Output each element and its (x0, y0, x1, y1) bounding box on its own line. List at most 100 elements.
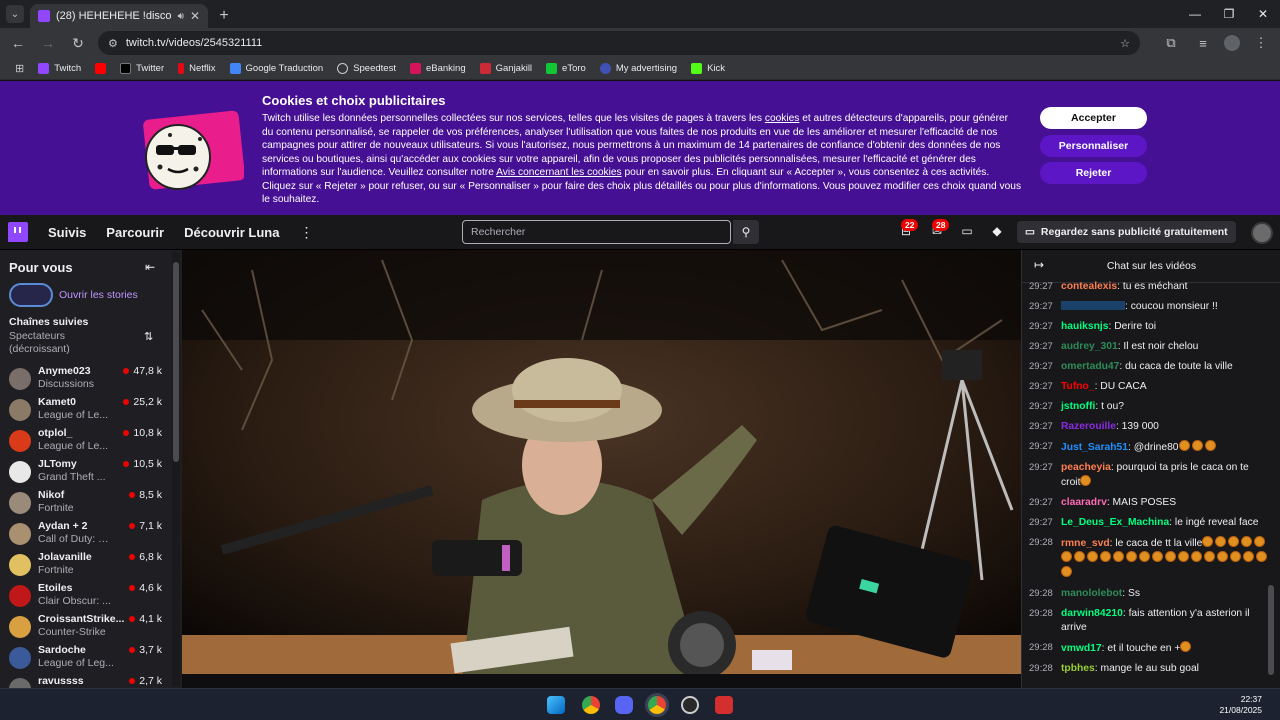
forward-icon[interactable]: → (38, 35, 58, 51)
minimize-icon[interactable]: — (1178, 0, 1212, 28)
discord-taskbar-icon[interactable] (615, 696, 633, 714)
speaker-icon[interactable]: 🔊︎ (178, 11, 184, 22)
more-menu-icon[interactable]: ⋮ (299, 224, 313, 241)
chat-title: Chat sur les vidéos (1106, 260, 1197, 272)
reload-icon[interactable]: ↻ (68, 35, 88, 52)
emote-icon (1256, 551, 1267, 562)
bookmark-netflix[interactable]: Netflix (173, 61, 220, 76)
followed-channel[interactable]: Jolavanille Fortnite 6,8 k (9, 551, 174, 581)
chat-username[interactable]: contealexis (1061, 281, 1117, 292)
reject-cookies-button[interactable]: Rejeter (1040, 162, 1147, 184)
chat-username[interactable]: darwin84210 (1061, 608, 1123, 619)
new-tab-button[interactable]: + (212, 4, 236, 28)
followed-channel[interactable]: Etoiles Clair Obscur: ... 4,6 k (9, 582, 174, 612)
chat-username[interactable]: claaradrv (1061, 497, 1107, 508)
nav-luna[interactable]: Découvrir Luna (184, 225, 279, 240)
apps-grid-icon[interactable]: ⊞ (10, 60, 29, 77)
video-player[interactable] (182, 250, 1021, 674)
browser-tab[interactable]: (28) HEHEHEHE !discord !d 🔊︎ ✕ (30, 4, 208, 28)
back-icon[interactable]: ← (8, 35, 28, 51)
customize-cookies-button[interactable]: Personnaliser (1040, 135, 1147, 157)
sort-icon[interactable]: ⇅ (144, 330, 153, 343)
windows-start-icon[interactable] (547, 696, 565, 714)
followed-channel[interactable]: ravussss 2,7 k (9, 675, 174, 688)
obs-taskbar-icon[interactable] (681, 696, 699, 714)
accept-cookies-button[interactable]: Accepter (1040, 107, 1147, 129)
chrome-taskbar-icon[interactable] (582, 696, 600, 714)
followed-channel[interactable]: otplol_ League of Le... 10,8 k (9, 427, 174, 457)
chat-username[interactable]: rmne_svd (1061, 538, 1110, 549)
bookmark-ebanking[interactable]: eBanking (405, 61, 471, 76)
prime-crown-icon[interactable]: ◆ (989, 224, 1005, 238)
system-clock[interactable]: 22:37 21/08/2025 (1219, 694, 1262, 716)
stories-button[interactable]: Ouvrir les stories (9, 283, 138, 307)
chat-username[interactable]: omertadu47 (1061, 361, 1119, 372)
stories-avatars (9, 283, 53, 307)
cookie-notice-link[interactable]: Avis concernant les cookies (496, 167, 622, 178)
chat-username-hidden[interactable] (1061, 301, 1125, 310)
search-button[interactable]: ⚲ (733, 220, 759, 244)
bookmark-my-advertising[interactable]: My advertising (595, 61, 682, 76)
ad-free-button[interactable]: ▭ Regardez sans publicité gratuitement (1017, 221, 1236, 243)
cookie-title: Cookies et choix publicitaires (262, 93, 446, 108)
followed-channel[interactable]: Sardoche League of Leg... 3,7 k (9, 644, 174, 674)
channel-avatar (9, 523, 31, 545)
tab-close-icon[interactable]: ✕ (190, 9, 200, 23)
sidebar-scrollbar[interactable] (172, 252, 180, 686)
chat-username[interactable]: vmwd17 (1061, 643, 1102, 654)
chat-username[interactable]: Razerouille (1061, 421, 1116, 432)
chat-username[interactable]: hauiksnjs (1061, 321, 1109, 332)
browser-menu-icon[interactable]: ⋮ (1250, 35, 1272, 51)
chat-message: 29:27 contealexis: tu es méchant (1029, 281, 1188, 292)
chat-text: DU CACA (1100, 381, 1147, 392)
nav-following[interactable]: Suivis (48, 225, 86, 240)
bookmark-etoro[interactable]: eToro (541, 61, 591, 76)
tab-search-button[interactable]: ⌄ (6, 5, 24, 23)
bookmark-kick[interactable]: Kick (686, 61, 730, 76)
collapse-sidebar-icon[interactable]: ⇤ (145, 260, 155, 274)
chat-username[interactable]: Le_Deus_Ex_Machina (1061, 517, 1169, 528)
search-input[interactable]: Rechercher (462, 220, 731, 244)
close-window-icon[interactable]: ✕ (1246, 0, 1280, 28)
chat-scrollbar[interactable] (1268, 585, 1274, 675)
address-bar[interactable]: ⚙ twitch.tv/videos/2545321111 ☆ (98, 31, 1140, 55)
nav-browse[interactable]: Parcourir (106, 225, 164, 240)
followed-channel[interactable]: Nikof Fortnite 8,5 k (9, 489, 174, 519)
profile-avatar[interactable] (1224, 35, 1240, 51)
followed-channel[interactable]: Kamet0 League of Le... 25,2 k (9, 396, 174, 426)
chat-username[interactable]: audrey_301 (1061, 341, 1118, 352)
chat-username[interactable]: manololebot (1061, 588, 1122, 599)
bookmark-twitter[interactable]: Twitter (115, 61, 169, 76)
chat-username[interactable]: Just_Sarah51 (1061, 442, 1128, 453)
user-avatar[interactable] (1251, 222, 1273, 244)
whispers-icon[interactable]: ▭ (959, 224, 975, 238)
followed-channel[interactable]: JLTomy Grand Theft ... 10,5 k (9, 458, 174, 488)
chat-username[interactable]: peacheyia (1061, 462, 1111, 473)
chat-text: et il touche en + (1107, 643, 1181, 654)
maximize-icon[interactable]: ❐ (1212, 0, 1246, 28)
cookies-link[interactable]: cookies (765, 113, 800, 124)
extensions-icon[interactable]: ⧉ (1160, 35, 1182, 51)
live-dot-icon (129, 647, 136, 653)
chat-username[interactable]: tpbhes (1061, 663, 1095, 674)
chat-username[interactable]: jstnoffi (1061, 401, 1095, 412)
media-control-icon[interactable]: ≡ (1192, 36, 1214, 51)
bookmark-google-translate[interactable]: Google Traduction (225, 61, 329, 76)
emote-icon (1202, 536, 1214, 547)
bookmark-youtube[interactable] (90, 61, 111, 76)
chrome-profile-taskbar-icon[interactable] (648, 696, 666, 714)
channel-name: Kamet0 (38, 396, 76, 408)
bookmark-twitch[interactable]: Twitch (33, 61, 86, 76)
chat-username[interactable]: Tufno_ (1061, 381, 1095, 392)
followed-channel[interactable]: Aydan + 2 Call of Duty: W... 7,1 k (9, 520, 174, 550)
bookmark-ganjakill[interactable]: Ganjakill (475, 61, 537, 76)
chat-message: 29:27 jstnoffi: t ou? (1029, 401, 1124, 412)
followed-channel[interactable]: CroissantStrike... Counter-Strike 4,1 k (9, 613, 174, 643)
followed-channel[interactable]: Anyme023 Discussions 47,8 k (9, 365, 174, 395)
bookmark-star-icon[interactable]: ☆ (1120, 37, 1130, 50)
voicemeeter-taskbar-icon[interactable] (715, 696, 733, 714)
site-info-icon[interactable]: ⚙ (108, 37, 118, 50)
bookmark-speedtest[interactable]: Speedtest (332, 61, 401, 76)
sidebar-scroll-thumb[interactable] (173, 262, 179, 462)
twitch-logo-icon[interactable] (8, 222, 28, 242)
